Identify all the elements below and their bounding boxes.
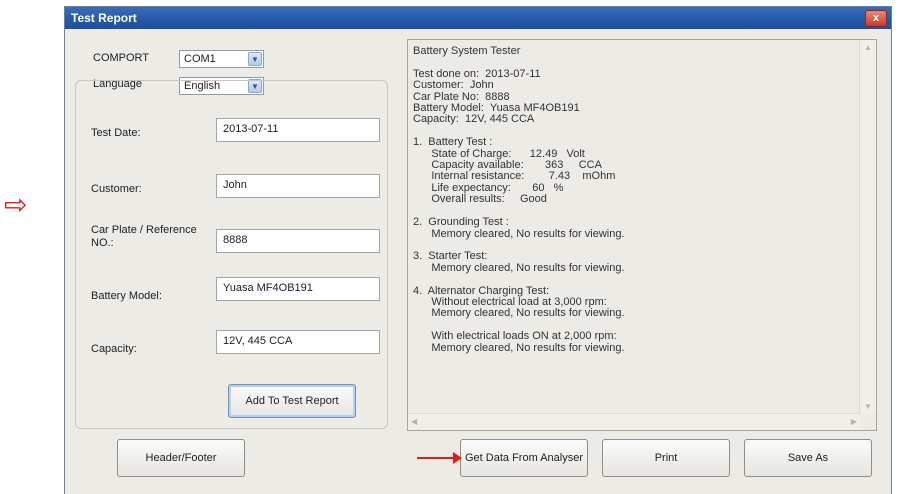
- comport-value: COM1: [184, 53, 216, 65]
- test-report-window: Test Report x COMPORT COM1 ▼ Language En…: [64, 6, 892, 494]
- comport-label: COMPORT: [93, 52, 150, 64]
- add-to-test-report-button[interactable]: Add To Test Report: [228, 384, 356, 418]
- car-plate-label-line2: NO.:: [91, 237, 114, 249]
- battery-model-label: Battery Model:: [91, 290, 162, 302]
- customer-label: Customer:: [91, 183, 142, 195]
- test-date-field[interactable]: 2013-07-11: [216, 118, 380, 142]
- window-title: Test Report: [71, 11, 137, 25]
- scroll-down-icon[interactable]: ▼: [864, 402, 872, 411]
- title-bar: Test Report x: [65, 7, 891, 29]
- red-arrow-head: [453, 452, 462, 464]
- scroll-up-icon[interactable]: ▲: [864, 43, 872, 52]
- save-as-button[interactable]: Save As: [744, 439, 872, 477]
- vertical-scrollbar[interactable]: ▲ ▼: [859, 40, 876, 414]
- report-details-group: Test Date: 2013-07-11 Customer: John Car…: [75, 80, 388, 429]
- battery-model-field[interactable]: Yuasa MF4OB191: [216, 277, 380, 301]
- hollow-arrow-annotation: ⇨: [4, 189, 28, 220]
- chevron-down-icon[interactable]: ▼: [248, 52, 262, 66]
- red-arrow-annotation: [417, 457, 457, 459]
- comport-select[interactable]: COM1 ▼: [179, 50, 264, 68]
- report-preview[interactable]: Battery System Tester Test done on: 2013…: [407, 39, 877, 431]
- scroll-left-icon[interactable]: ◀: [411, 417, 417, 426]
- get-data-from-analyser-button[interactable]: Get Data From Analyser: [460, 439, 588, 477]
- scroll-right-icon[interactable]: ▶: [851, 417, 857, 426]
- capacity-field[interactable]: 12V, 445 CCA: [216, 330, 380, 354]
- print-button[interactable]: Print: [602, 439, 730, 477]
- report-text: Battery System Tester Test done on: 2013…: [413, 45, 625, 354]
- close-button[interactable]: x: [865, 10, 887, 27]
- car-plate-field[interactable]: 8888: [216, 229, 380, 253]
- capacity-label: Capacity:: [91, 343, 137, 355]
- car-plate-label-line1: Car Plate / Reference: [91, 224, 197, 236]
- test-date-label: Test Date:: [91, 127, 141, 139]
- header-footer-button[interactable]: Header/Footer: [117, 439, 245, 477]
- customer-field[interactable]: John: [216, 174, 380, 198]
- horizontal-scrollbar[interactable]: ◀ ▶: [408, 413, 860, 430]
